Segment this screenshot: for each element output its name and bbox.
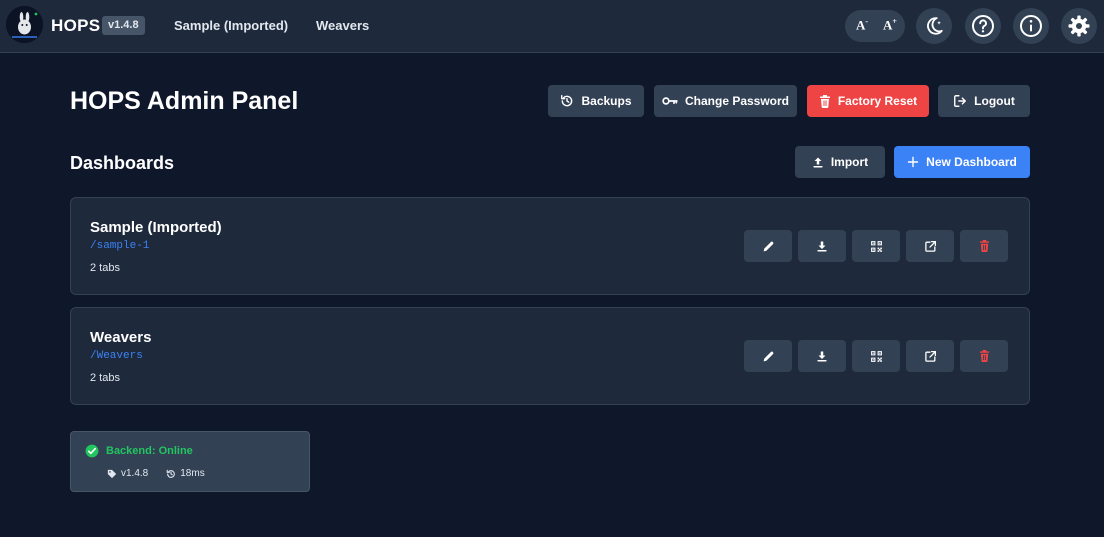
font-decrease-label: A: [856, 17, 866, 33]
font-size-controls: A- A+: [845, 10, 905, 42]
download-icon: [817, 351, 827, 361]
theme-toggle-button[interactable]: [916, 8, 952, 44]
font-increase-label: A: [883, 17, 893, 33]
download-dashboard-button[interactable]: [798, 230, 846, 262]
dashboards-title: Dashboards: [70, 153, 175, 173]
dashboard-tab-count: 2 tabs: [90, 262, 120, 274]
help-button[interactable]: [965, 8, 1001, 44]
new-dashboard-button[interactable]: New Dashboard: [894, 146, 1030, 178]
import-button[interactable]: Import: [795, 146, 885, 178]
history-icon: [561, 95, 573, 107]
open-external-icon: [924, 240, 936, 252]
plus-icon: [907, 156, 919, 168]
delete-trash-icon: [979, 350, 989, 362]
qr-code-icon: [870, 350, 882, 362]
download-dashboard-button[interactable]: [798, 340, 846, 372]
open-dashboard-button[interactable]: [906, 340, 954, 372]
edit-pencil-icon: [763, 241, 773, 251]
tag-icon: [107, 469, 117, 478]
backend-status-panel: Backend: Online v1.4.8 18ms: [70, 431, 310, 492]
import-label: Import: [830, 155, 869, 169]
trash-icon: [819, 94, 830, 108]
settings-button[interactable]: [1061, 8, 1097, 44]
edit-dashboard-button[interactable]: [744, 230, 792, 262]
change-password-button[interactable]: Change Password: [654, 85, 797, 117]
factory-reset-button[interactable]: Factory Reset: [807, 85, 929, 117]
key-icon: [662, 97, 678, 105]
delete-dashboard-button[interactable]: [960, 230, 1008, 262]
delete-trash-icon: [979, 240, 989, 252]
info-button[interactable]: [1013, 8, 1049, 44]
font-decrease-sup: -: [865, 17, 869, 26]
dashboard-card: Weavers /Weavers 2 tabs: [70, 307, 1030, 405]
help-icon: [972, 15, 994, 37]
theme-moon-icon: [927, 17, 943, 35]
dashboard-card: Sample (Imported) /sample-1 2 tabs: [70, 197, 1030, 295]
nav-link-sample-imported[interactable]: Sample (Imported): [174, 18, 288, 33]
dashboard-tab-count: 2 tabs: [90, 372, 120, 384]
qr-code-button[interactable]: [852, 340, 900, 372]
logout-button[interactable]: Logout: [938, 85, 1030, 117]
logout-icon: [954, 95, 967, 107]
font-increase-button[interactable]: A+: [883, 17, 897, 33]
info-icon: [1020, 15, 1042, 37]
backend-status-text: Backend: Online: [106, 445, 193, 457]
app-logo[interactable]: [6, 6, 43, 43]
qr-code-icon: [870, 240, 882, 252]
dashboard-name: Weavers: [90, 329, 152, 346]
backend-version: v1.4.8: [121, 468, 149, 479]
logout-label: Logout: [974, 94, 1015, 108]
dashboard-actions: [744, 230, 1008, 262]
factory-reset-label: Factory Reset: [837, 94, 918, 108]
delete-dashboard-button[interactable]: [960, 340, 1008, 372]
change-password-label: Change Password: [684, 94, 790, 108]
version-badge: v1.4.8: [102, 16, 145, 35]
latency-clock-icon: [166, 469, 176, 478]
settings-gear-icon: [1068, 15, 1090, 37]
app-name: HOPS: [51, 16, 101, 35]
font-increase-sup: +: [892, 17, 897, 26]
dashboard-path[interactable]: /Weavers: [90, 350, 143, 362]
page-title: HOPS Admin Panel: [70, 87, 299, 115]
qr-code-button[interactable]: [852, 230, 900, 262]
dashboard-actions: [744, 340, 1008, 372]
backend-latency: 18ms: [180, 468, 205, 479]
upload-icon: [813, 157, 823, 167]
dashboard-name: Sample (Imported): [90, 219, 222, 236]
edit-dashboard-button[interactable]: [744, 340, 792, 372]
nav-link-weavers[interactable]: Weavers: [316, 18, 369, 33]
top-nav-bar: HOPS v1.4.8 Sample (Imported) Weavers A-…: [0, 0, 1104, 53]
new-dashboard-label: New Dashboard: [926, 155, 1017, 169]
backups-button[interactable]: Backups: [548, 85, 644, 117]
backend-status-line: Backend: Online: [85, 444, 193, 458]
dashboard-path[interactable]: /sample-1: [90, 240, 149, 252]
backups-label: Backups: [581, 94, 632, 108]
download-icon: [817, 241, 827, 251]
check-circle-icon: [85, 444, 99, 458]
font-decrease-button[interactable]: A-: [856, 17, 868, 33]
edit-pencil-icon: [763, 351, 773, 361]
open-external-icon: [924, 350, 936, 362]
backend-meta: v1.4.8 18ms: [107, 468, 205, 479]
open-dashboard-button[interactable]: [906, 230, 954, 262]
